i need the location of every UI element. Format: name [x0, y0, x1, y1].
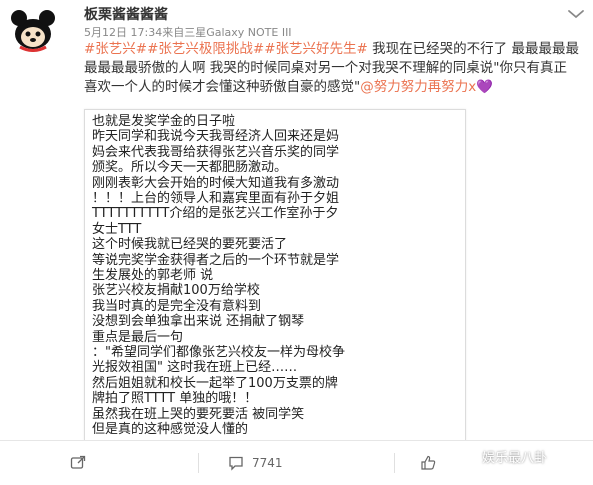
post-body: #张艺兴##张艺兴极限挑战##张艺兴好先生# 我现在已经哭的不行了 最最最最最 … [84, 40, 584, 97]
repost-button[interactable] [70, 455, 94, 471]
username[interactable]: 板栗酱酱酱酱 [84, 4, 168, 24]
divider [198, 453, 199, 473]
avatar[interactable] [6, 4, 61, 52]
post-meta: 5月12日 17:34来自三星Galaxy NOTE III [84, 26, 292, 39]
mention-link[interactable]: @努力努力再努力x [360, 79, 476, 95]
chevron-down-icon[interactable] [567, 8, 585, 20]
comment-icon [229, 456, 243, 471]
thumbs-up-icon [421, 455, 436, 470]
post-line-1-text: 我现在已经哭的不行了 最最最最最 [367, 41, 579, 57]
watermark: 娱乐最八卦 [456, 447, 547, 466]
purple-heart-icon: 💜 [476, 79, 494, 95]
post-line-1: #张艺兴##张艺兴极限挑战##张艺兴好先生# 我现在已经哭的不行了 最最最最最 [84, 40, 584, 59]
note-line: 但是真的这种感觉没人懂的 [92, 422, 249, 437]
hashtags[interactable]: #张艺兴##张艺兴极限挑战##张艺兴好先生# [84, 41, 368, 57]
divider [394, 453, 395, 473]
comment-button[interactable]: 7741 [228, 455, 283, 471]
comment-count: 7741 [252, 456, 283, 470]
watermark-text: 娱乐最八卦 [482, 451, 548, 466]
post-line-2: 最最最最骄傲的人啊 我哭的时候同桌对另一个对我哭不理解的同桌说"你只有真正 [84, 60, 567, 76]
share-icon [70, 455, 86, 469]
post-line-3-text: 喜欢一个人的时候才会懂这种骄傲自豪的感觉" [84, 79, 361, 95]
wechat-icon [456, 448, 478, 465]
avatar-image [6, 4, 61, 52]
like-button[interactable] [420, 455, 444, 471]
attached-image-note[interactable]: 也就是发奖学金的日子啦 昨天同学和我说今天我哥经济人回来还是妈 妈会来代表我哥给获得… [84, 109, 466, 441]
post-line-3: 喜欢一个人的时候才会懂这种骄傲自豪的感觉"@努力努力再努力x💜 [84, 78, 584, 97]
